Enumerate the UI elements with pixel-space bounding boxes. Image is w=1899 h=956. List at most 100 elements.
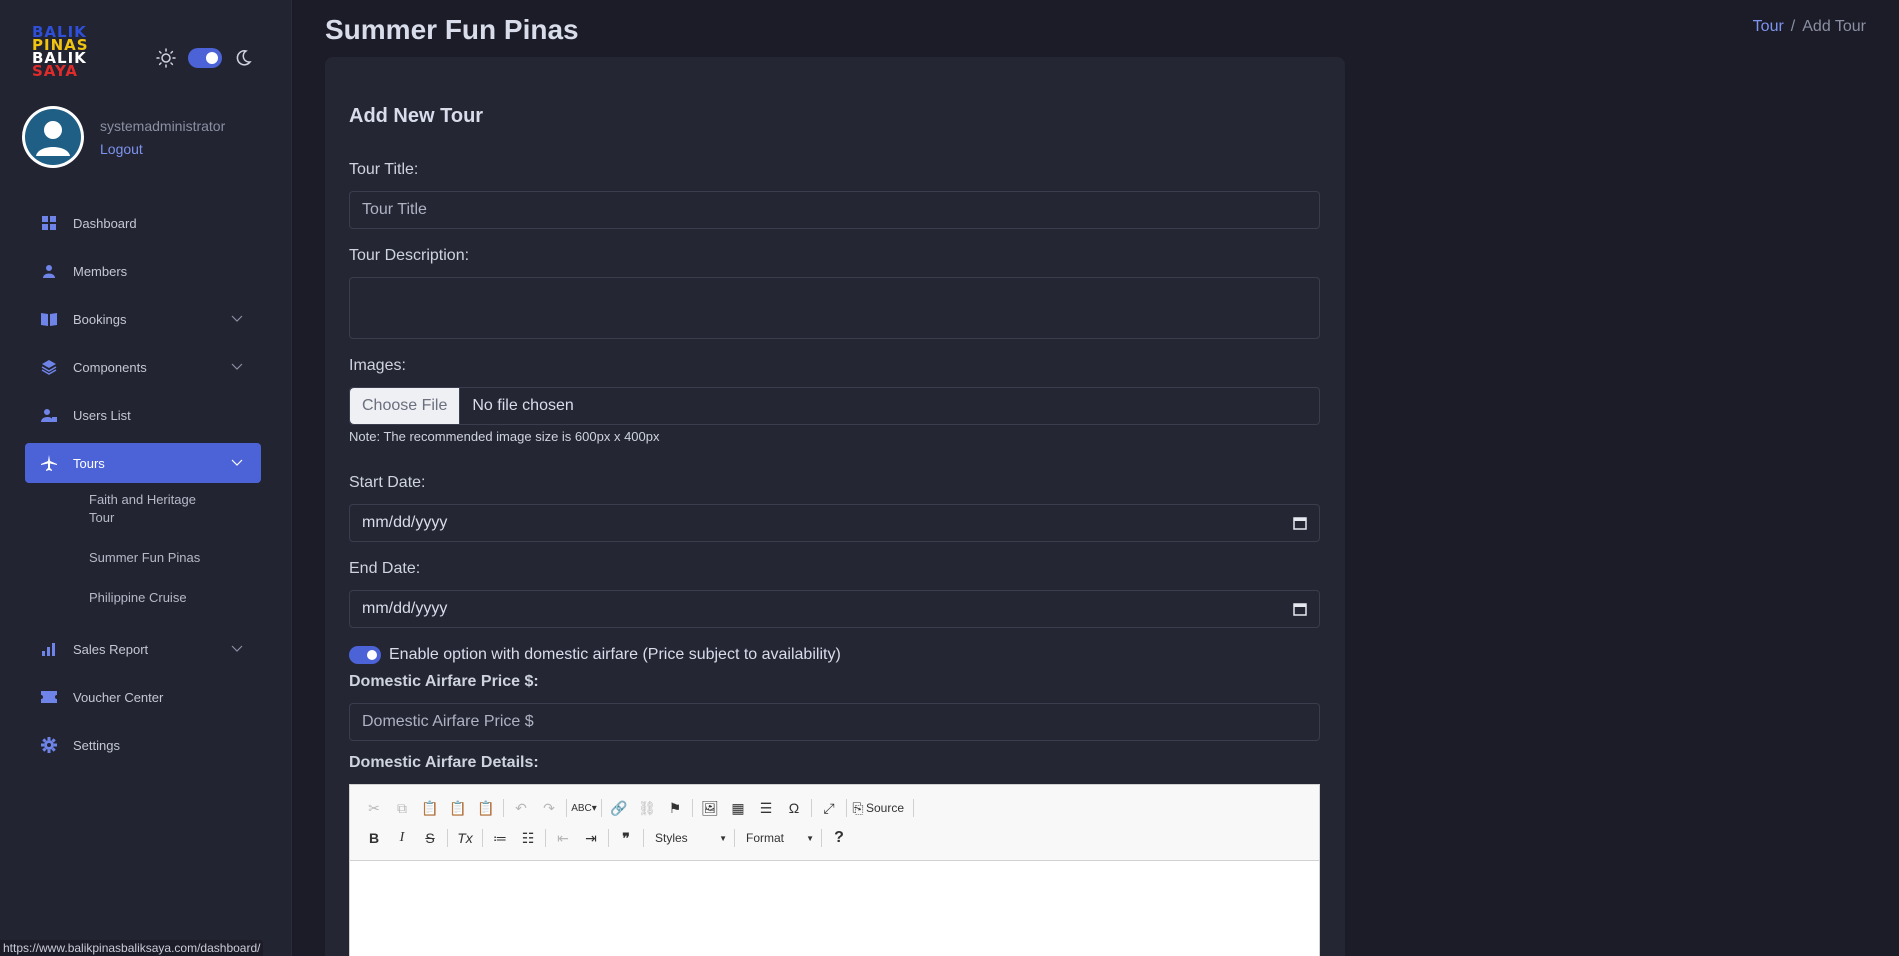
- toolbar-row-1: ✂ ⧉ 📋 📋 📋 ↶ ↷ ABC▾ 🔗 ⛓ ⚑ 🖼 ▦ ☰ Ω ⤢ ⎘ Sou…: [360, 793, 1309, 823]
- end-date-value: mm/dd/yyyy: [362, 600, 448, 617]
- sidebar-item-settings[interactable]: Settings: [25, 725, 261, 765]
- toolbar-separator: [846, 799, 847, 817]
- image-icon[interactable]: 🖼: [696, 796, 724, 820]
- sidebar-item-users-list[interactable]: Users List: [25, 395, 261, 435]
- tour-title-input[interactable]: Tour Title: [349, 191, 1320, 229]
- start-date-input[interactable]: mm/dd/yyyy: [349, 504, 1320, 542]
- copy-icon[interactable]: ⧉: [388, 796, 416, 820]
- paste-word-icon[interactable]: 📋: [472, 796, 500, 820]
- paste-icon[interactable]: 📋: [416, 796, 444, 820]
- spellcheck-icon[interactable]: ABC▾: [570, 796, 598, 820]
- breadcrumb-separator: /: [1790, 18, 1796, 35]
- bulleted-list-icon[interactable]: ☷: [514, 826, 542, 850]
- indent-icon[interactable]: ⇥: [577, 826, 605, 850]
- sidebar-item-label: Voucher Center: [73, 689, 164, 705]
- breadcrumb-current: Add Tour: [1802, 18, 1866, 35]
- maximize-icon[interactable]: ⤢: [815, 796, 843, 820]
- airfare-details-label: Domestic Airfare Details:: [349, 754, 539, 771]
- help-icon[interactable]: ?: [825, 826, 853, 850]
- table-icon[interactable]: ▦: [724, 796, 752, 820]
- unlink-icon[interactable]: ⛓: [633, 796, 661, 820]
- layers-icon: [41, 359, 57, 375]
- tour-title-placeholder: Tour Title: [362, 201, 427, 218]
- airfare-price-placeholder: Domestic Airfare Price $: [362, 713, 534, 730]
- source-button-label[interactable]: Source: [866, 801, 904, 815]
- sidebar-item-label: Dashboard: [73, 215, 137, 231]
- airfare-price-input[interactable]: Domestic Airfare Price $: [349, 703, 1320, 741]
- sidebar-item-bookings[interactable]: Bookings: [25, 299, 261, 339]
- numbered-list-icon[interactable]: ≔: [486, 826, 514, 850]
- undo-icon[interactable]: ↶: [507, 796, 535, 820]
- blockquote-icon[interactable]: ❞: [612, 826, 640, 850]
- sidebar: BALIK PINAS BALIK SAYA systemadministrat…: [0, 0, 292, 956]
- link-icon[interactable]: 🔗: [605, 796, 633, 820]
- format-dropdown[interactable]: Format ▼: [738, 831, 818, 845]
- avatar[interactable]: [22, 106, 84, 168]
- tour-description-label: Tour Description:: [349, 247, 470, 264]
- bold-icon[interactable]: B: [360, 826, 388, 850]
- dropdown-arrow-icon: ▼: [806, 833, 814, 843]
- logo[interactable]: BALIK PINAS BALIK SAYA: [32, 25, 92, 84]
- tour-description-textarea[interactable]: [349, 277, 1320, 339]
- dark-mode-toggle[interactable]: [188, 48, 222, 68]
- airfare-toggle-switch[interactable]: [349, 646, 381, 664]
- theme-switcher: [156, 48, 252, 68]
- chevron-down-icon: [231, 363, 243, 370]
- sidebar-item-label: Members: [73, 263, 128, 279]
- tours-submenu: Faith and Heritage Tour Summer Fun Pinas…: [25, 491, 261, 607]
- breadcrumb: Tour / Add Tour: [1753, 18, 1866, 36]
- sidebar-item-label: Components: [73, 359, 147, 375]
- submenu-item-philippine-cruise[interactable]: Philippine Cruise: [89, 589, 219, 607]
- editor-content-area[interactable]: [350, 861, 1319, 956]
- redo-icon[interactable]: ↷: [535, 796, 563, 820]
- card-title: Add New Tour: [349, 105, 484, 127]
- chevron-down-icon: [231, 459, 243, 466]
- airplane-icon: [41, 455, 57, 471]
- sidebar-item-voucher-center[interactable]: Voucher Center: [25, 677, 261, 717]
- grid-icon: [41, 215, 57, 231]
- editor-toolbar: ✂ ⧉ 📋 📋 📋 ↶ ↷ ABC▾ 🔗 ⛓ ⚑ 🖼 ▦ ☰ Ω ⤢ ⎘ Sou…: [350, 785, 1319, 861]
- cut-icon[interactable]: ✂: [360, 796, 388, 820]
- horizontal-line-icon[interactable]: ☰: [752, 796, 780, 820]
- sidebar-item-tours[interactable]: Tours: [25, 443, 261, 483]
- sidebar-item-members[interactable]: Members: [25, 251, 261, 291]
- book-icon: [41, 311, 57, 327]
- images-file-input[interactable]: Choose File No file chosen: [349, 387, 1320, 425]
- chevron-down-icon: [231, 645, 243, 652]
- logout-link[interactable]: Logout: [100, 141, 225, 157]
- tour-title-label: Tour Title:: [349, 161, 419, 178]
- toolbar-separator: [692, 799, 693, 817]
- moon-icon[interactable]: [234, 49, 252, 67]
- breadcrumb-tour-link[interactable]: Tour: [1753, 18, 1784, 35]
- outdent-icon[interactable]: ⇤: [549, 826, 577, 850]
- sidebar-nav: Dashboard Members Bookings Components Us…: [25, 203, 261, 773]
- calendar-icon[interactable]: [1293, 516, 1307, 530]
- toolbar-separator: [545, 829, 546, 847]
- submenu-item-faith-heritage[interactable]: Faith and Heritage Tour: [89, 491, 219, 527]
- sidebar-item-label: Settings: [73, 737, 120, 753]
- anchor-flag-icon[interactable]: ⚑: [661, 796, 689, 820]
- sidebar-item-components[interactable]: Components: [25, 347, 261, 387]
- sun-icon[interactable]: [156, 48, 176, 68]
- source-icon[interactable]: ⎘: [850, 796, 866, 820]
- strikethrough-icon[interactable]: S: [416, 826, 444, 850]
- ticket-icon: [41, 689, 57, 705]
- remove-format-icon[interactable]: Tx: [451, 826, 479, 850]
- sidebar-item-dashboard[interactable]: Dashboard: [25, 203, 261, 243]
- paste-text-icon[interactable]: 📋: [444, 796, 472, 820]
- sidebar-item-sales-report[interactable]: Sales Report: [25, 629, 261, 669]
- choose-file-button[interactable]: Choose File: [350, 388, 461, 424]
- styles-dropdown[interactable]: Styles ▼: [647, 831, 731, 845]
- toolbar-separator: [913, 799, 915, 817]
- status-bar-url: https://www.balikpinasbaliksaya.com/dash…: [0, 940, 264, 956]
- toolbar-separator: [601, 799, 602, 817]
- toolbar-separator: [811, 799, 812, 817]
- italic-icon[interactable]: I: [388, 826, 416, 850]
- gear-icon: [41, 737, 57, 753]
- calendar-icon[interactable]: [1293, 602, 1307, 616]
- end-date-input[interactable]: mm/dd/yyyy: [349, 590, 1320, 628]
- sidebar-item-label: Sales Report: [73, 641, 149, 657]
- submenu-item-summer-fun[interactable]: Summer Fun Pinas: [89, 549, 219, 567]
- image-size-note: Note: The recommended image size is 600p…: [349, 429, 660, 444]
- special-char-icon[interactable]: Ω: [780, 796, 808, 820]
